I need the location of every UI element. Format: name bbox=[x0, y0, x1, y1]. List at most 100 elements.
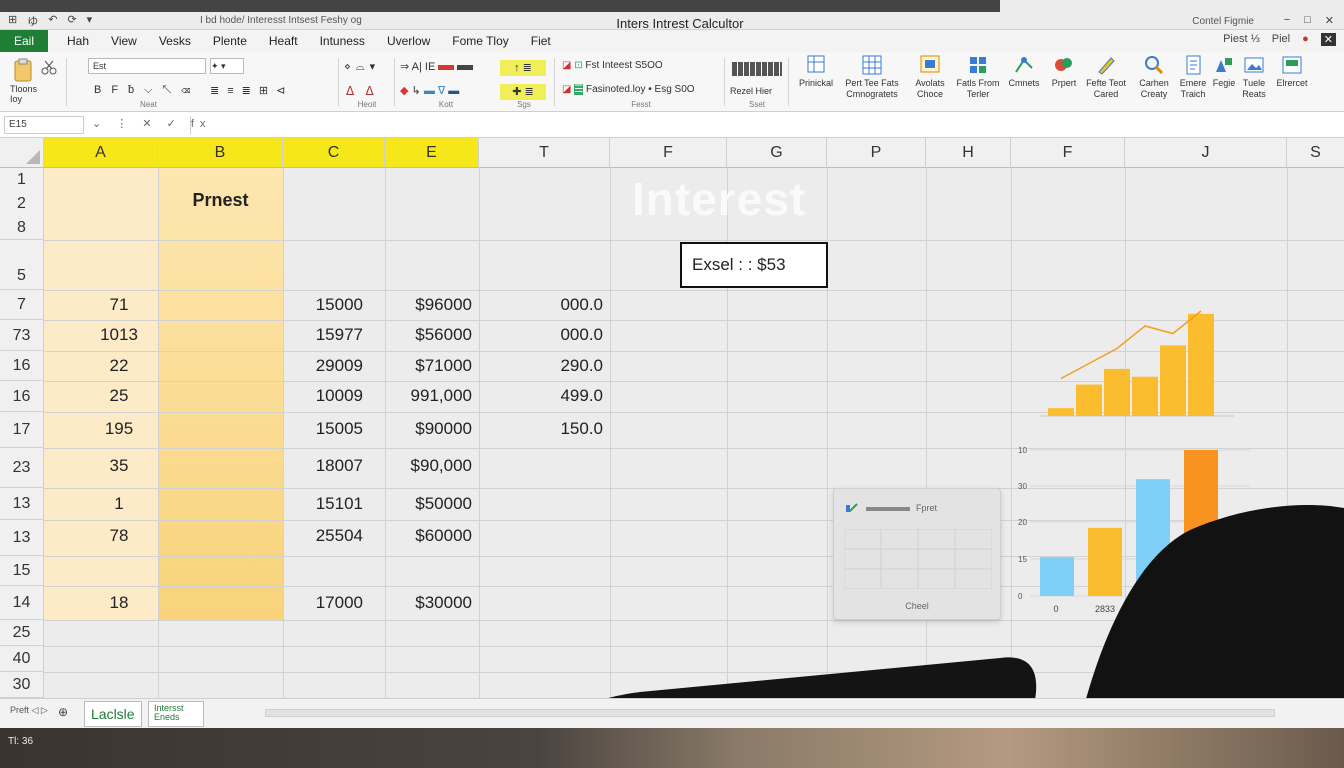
growth-chart[interactable] bbox=[1040, 270, 1240, 420]
name-box[interactable]: E15 bbox=[4, 116, 84, 134]
row-header[interactable]: 16 bbox=[0, 381, 44, 412]
cell-a[interactable]: 78 bbox=[44, 526, 194, 546]
column-header[interactable]: S bbox=[1287, 138, 1344, 168]
close-button[interactable]: ✕ bbox=[1325, 14, 1334, 27]
cell-c[interactable]: 15101 bbox=[283, 494, 363, 514]
font-color-icon[interactable]: ᐃ ᐃ bbox=[346, 84, 378, 98]
row-header[interactable]: 8 bbox=[0, 216, 44, 240]
cell-e[interactable]: $56000 bbox=[385, 325, 472, 345]
refresh-icon[interactable]: ⟳ bbox=[67, 13, 76, 29]
tab-intuness[interactable]: Intuness bbox=[309, 34, 376, 48]
undo-icon[interactable]: ゆ bbox=[27, 13, 38, 29]
row-header[interactable]: 16 bbox=[0, 351, 44, 381]
horizontal-scrollbar[interactable] bbox=[265, 709, 1275, 717]
cell-c[interactable]: 17000 bbox=[283, 593, 363, 613]
row-header[interactable]: 30 bbox=[0, 672, 44, 698]
create-button[interactable]: Carhen Creaty bbox=[1132, 54, 1176, 100]
header-principal[interactable]: Prnest bbox=[158, 190, 283, 211]
chart1-bar[interactable] bbox=[1132, 376, 1158, 416]
user-name[interactable]: Contel Figmie bbox=[1192, 16, 1254, 27]
cell-a[interactable]: 35 bbox=[44, 456, 194, 476]
cell-a[interactable]: 22 bbox=[44, 356, 194, 376]
comparison-chart[interactable]: 0 15 20 30 10 0 2833 2710 2910 bbox=[1010, 440, 1260, 620]
cell-a[interactable]: 1 bbox=[44, 494, 194, 514]
share-button[interactable]: Piest ⅓ bbox=[1223, 33, 1260, 46]
chart1-bar[interactable] bbox=[1076, 384, 1102, 416]
sheet-tab[interactable]: Laclsle bbox=[84, 701, 142, 727]
tuele-reats-button[interactable]: Tuele Reats bbox=[1236, 54, 1272, 100]
row-header[interactable]: 13 bbox=[0, 520, 44, 556]
chart-dialog[interactable]: Fpret Cheel bbox=[833, 488, 1001, 620]
user-icon[interactable]: ● bbox=[1302, 33, 1309, 46]
cell-e[interactable]: $30000 bbox=[385, 593, 472, 613]
chart2-bar[interactable] bbox=[1136, 479, 1170, 596]
cell-t[interactable]: 150.0 bbox=[479, 419, 603, 439]
column-header[interactable]: F bbox=[1011, 138, 1125, 168]
alignment-buttons[interactable]: ≣≡≣⊞⊲ bbox=[210, 84, 293, 97]
tab-fiet[interactable]: Fiet bbox=[520, 34, 562, 48]
highlight-down-button[interactable]: ✚ ≣ bbox=[500, 84, 546, 100]
row-header[interactable]: 5 bbox=[0, 240, 44, 290]
cell-c[interactable]: 15005 bbox=[283, 419, 363, 439]
cell-t[interactable]: 000.0 bbox=[479, 325, 603, 345]
row-header[interactable]: 15 bbox=[0, 556, 44, 586]
font-style-buttons[interactable]: BFƀ⌵↖⌫ bbox=[94, 84, 200, 97]
cell-c[interactable]: 18007 bbox=[283, 456, 363, 476]
column-header[interactable]: G bbox=[727, 138, 827, 168]
cell-t[interactable]: 000.0 bbox=[479, 295, 603, 315]
formula-input[interactable] bbox=[190, 116, 1335, 134]
column-header[interactable]: T bbox=[479, 138, 610, 168]
chart1-bar[interactable] bbox=[1104, 368, 1130, 416]
tab-vesks[interactable]: Vesks bbox=[148, 34, 202, 48]
chart1-bar[interactable] bbox=[1160, 345, 1186, 416]
column-header[interactable]: P bbox=[827, 138, 926, 168]
cell-a[interactable]: 18 bbox=[44, 593, 194, 613]
row-header[interactable]: 7 bbox=[0, 290, 44, 320]
tab-uverlow[interactable]: Uverlow bbox=[376, 34, 441, 48]
cell-a[interactable]: 25 bbox=[44, 386, 194, 406]
text-card-button[interactable]: Fefte Teot Cared bbox=[1080, 54, 1132, 100]
number-format-icons[interactable]: ⋄⌓▾ bbox=[344, 60, 380, 74]
cell-c[interactable]: 25504 bbox=[283, 526, 363, 546]
cell-t[interactable]: 499.0 bbox=[479, 386, 603, 406]
highlight-up-button[interactable]: ↑ ≣ bbox=[500, 60, 546, 76]
row-header[interactable]: 17 bbox=[0, 412, 44, 448]
tab-view[interactable]: View bbox=[100, 34, 148, 48]
row-header[interactable]: 1 bbox=[0, 168, 44, 192]
customize-icon[interactable]: ▾ bbox=[87, 13, 93, 29]
cell-a[interactable]: 195 bbox=[44, 419, 194, 439]
available-choice-button[interactable]: Avolats Choce bbox=[906, 54, 954, 100]
collapse-ribbon-button[interactable]: ✕ bbox=[1320, 33, 1336, 46]
row-header[interactable]: 13 bbox=[0, 488, 44, 520]
elrercet-button[interactable]: Elrercet bbox=[1270, 54, 1314, 89]
chart1-bar[interactable] bbox=[1048, 408, 1074, 416]
dialog-footer[interactable]: Cheel bbox=[834, 601, 1000, 611]
pivot-table-button[interactable]: Prinickal bbox=[792, 54, 840, 89]
cell-c[interactable]: 15977 bbox=[283, 325, 363, 345]
add-sheet-button[interactable]: ⊕ bbox=[58, 705, 68, 719]
cell-e[interactable]: $96000 bbox=[385, 295, 472, 315]
cell-c[interactable]: 10009 bbox=[283, 386, 363, 406]
cell-a[interactable]: 1013 bbox=[44, 325, 194, 345]
cell-e[interactable]: $90000 bbox=[385, 419, 472, 439]
sheet-nav[interactable]: Preft ◁ ▷ bbox=[10, 705, 48, 715]
column-header[interactable]: B bbox=[158, 138, 283, 168]
column-header[interactable]: A bbox=[44, 138, 158, 168]
row-header[interactable]: 14 bbox=[0, 586, 44, 620]
rule-1[interactable]: ◪ ⊡ Fst Inteest S5OO bbox=[562, 60, 663, 71]
cell-c[interactable]: 29009 bbox=[283, 356, 363, 376]
minimize-button[interactable]: − bbox=[1284, 14, 1290, 27]
redo-icon[interactable]: ↶ bbox=[48, 13, 57, 29]
sheet-tab[interactable]: Intersst Eneds bbox=[148, 701, 204, 727]
tables-button[interactable]: Pert Tee Fats Cmnogratets bbox=[842, 54, 902, 100]
cell-e[interactable]: $71000 bbox=[385, 356, 472, 376]
tab-file[interactable]: Eail bbox=[0, 30, 49, 52]
row-header[interactable]: 73 bbox=[0, 320, 44, 351]
chart2-bar[interactable] bbox=[1184, 450, 1218, 596]
selected-cell[interactable]: Exsel : : $53 bbox=[680, 242, 828, 288]
tab-home[interactable]: Hah bbox=[56, 34, 100, 48]
comments-ribbon-button[interactable]: Cmnets bbox=[1002, 54, 1046, 89]
chart1-bar[interactable] bbox=[1188, 313, 1214, 416]
row-header[interactable]: 23 bbox=[0, 448, 44, 488]
row-header[interactable]: 2 bbox=[0, 192, 44, 216]
